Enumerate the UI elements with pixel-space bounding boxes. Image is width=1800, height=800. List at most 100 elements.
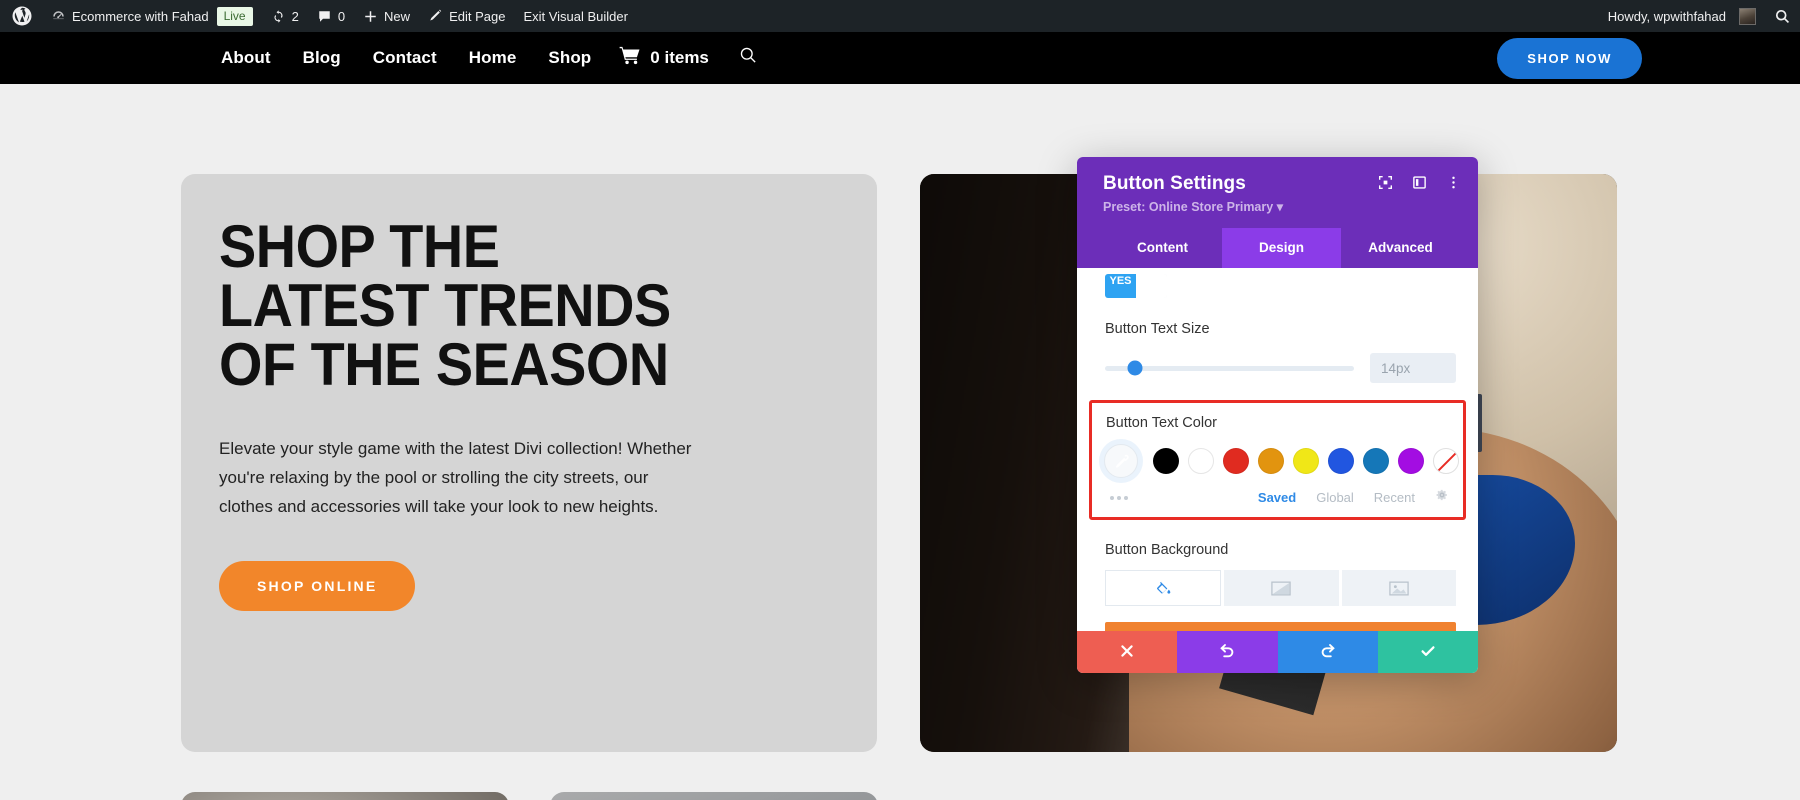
modal-tabs: Content Design Advanced (1103, 228, 1460, 268)
comment-icon (317, 9, 332, 24)
kebab-menu-icon[interactable] (1444, 173, 1462, 191)
nav-link-about[interactable]: About (205, 48, 287, 68)
nav-search-button[interactable] (723, 46, 774, 70)
search-icon (739, 46, 758, 70)
ellipsis-dot (1124, 495, 1128, 500)
swatch-orange[interactable] (1258, 448, 1284, 474)
redo-icon (1319, 642, 1337, 663)
nav-link-home[interactable]: Home (453, 48, 533, 68)
button-text-size-slider[interactable] (1105, 360, 1354, 376)
pencil-icon (428, 9, 443, 24)
hero-paragraph: Elevate your style game with the latest … (219, 439, 692, 517)
toggle-yes-label: YES (1105, 274, 1136, 298)
yes-no-toggle[interactable]: YES (1105, 274, 1167, 298)
search-icon (1774, 8, 1791, 25)
product-card-hat[interactable] (181, 792, 509, 800)
new-content-label: New (384, 8, 411, 24)
swatch-none[interactable] (1433, 448, 1459, 474)
swatch-purple[interactable] (1398, 448, 1424, 474)
chevron-down-icon: ▾ (1276, 200, 1283, 214)
color-tab-recent[interactable]: Recent (1374, 490, 1415, 505)
updates-icon (271, 9, 286, 24)
edit-page-menu[interactable]: Edit Page (419, 0, 514, 32)
wordpress-logo-icon[interactable] (0, 0, 42, 32)
avatar (1739, 7, 1756, 25)
button-text-size-input[interactable]: 14px (1370, 353, 1456, 383)
shop-now-button[interactable]: SHOP NOW (1497, 37, 1642, 79)
undo-button[interactable] (1177, 631, 1278, 673)
color-source-tabs: Saved Global Recent (1258, 488, 1449, 507)
button-text-color-label: Button Text Color (1106, 415, 1217, 431)
redo-button[interactable] (1277, 631, 1378, 673)
focus-frame-icon[interactable] (1376, 173, 1394, 191)
button-text-size-label: Button Text Size (1105, 321, 1210, 337)
button-settings-modal: Button Settings Preset: Online Store Pri… (1077, 157, 1478, 673)
modal-header-icons (1376, 173, 1462, 191)
plus-icon (363, 9, 378, 24)
slider-knob[interactable] (1127, 360, 1143, 376)
swatch-white[interactable] (1188, 448, 1214, 474)
cart-icon (619, 46, 641, 70)
color-tab-global[interactable]: Global (1316, 490, 1354, 505)
cart-link[interactable]: 0 items (607, 46, 723, 70)
site-name-label: Ecommerce with Fahad (72, 8, 209, 24)
page-title: SHOP THE LATEST TRENDS OF THE SEASON (219, 213, 671, 398)
admin-bar-right: Howdy, wpwithfahad (1599, 0, 1800, 32)
color-swatch-row (1104, 444, 1459, 478)
dashboard-icon (51, 9, 66, 24)
new-content-menu[interactable]: New (354, 0, 419, 32)
wp-admin-bar: Ecommerce with Fahad Live 2 0 New Edit P… (0, 0, 1800, 32)
tab-design[interactable]: Design (1222, 228, 1341, 268)
panel-layout-icon[interactable] (1410, 173, 1428, 191)
toggle-off-half (1136, 274, 1167, 298)
gradient-icon[interactable] (1224, 570, 1339, 606)
site-name-menu[interactable]: Ecommerce with Fahad Live (42, 0, 262, 32)
color-tab-saved[interactable]: Saved (1258, 490, 1296, 505)
ellipsis-dot (1117, 495, 1121, 500)
modal-preset-label: Preset: Online Store Primary (1103, 200, 1274, 214)
nav-link-contact[interactable]: Contact (357, 48, 453, 68)
ellipsis-icon[interactable] (1110, 495, 1128, 500)
swatch-yellow[interactable] (1293, 448, 1319, 474)
comments-count: 0 (337, 8, 346, 24)
gear-icon[interactable] (1435, 488, 1449, 507)
site-navigation: About Blog Contact Home Shop 0 items SHO… (0, 32, 1800, 84)
button-text-color-section: Button Text Color Saved Global Recent (1089, 400, 1466, 520)
paint-bucket-icon[interactable] (1105, 570, 1222, 606)
nav-link-blog[interactable]: Blog (287, 48, 357, 68)
cart-count-label: 0 items (650, 48, 709, 67)
close-icon (1119, 643, 1135, 662)
modal-preset-selector[interactable]: Preset: Online Store Primary ▾ (1103, 199, 1460, 214)
swatch-red[interactable] (1223, 448, 1249, 474)
save-button[interactable] (1377, 631, 1478, 673)
button-background-label: Button Background (1105, 542, 1229, 558)
swatch-black[interactable] (1153, 448, 1179, 474)
shop-online-button[interactable]: SHOP ONLINE (219, 561, 416, 612)
tab-content[interactable]: Content (1103, 228, 1222, 268)
swatch-steel-blue[interactable] (1363, 448, 1389, 474)
exit-visual-builder-label: Exit Visual Builder (523, 8, 628, 24)
nav-links: About Blog Contact Home Shop 0 items (205, 46, 774, 70)
button-text-size-row: 14px (1105, 353, 1456, 383)
edit-page-label: Edit Page (449, 8, 506, 24)
admin-bar-search-button[interactable] (1765, 0, 1800, 32)
product-card-bottle[interactable] (550, 792, 878, 800)
undo-icon (1218, 642, 1236, 663)
my-account-menu[interactable]: Howdy, wpwithfahad (1599, 0, 1765, 32)
comments-menu[interactable]: 0 (308, 0, 354, 32)
modal-header: Button Settings Preset: Online Store Pri… (1077, 157, 1478, 268)
button-background-preview[interactable] (1105, 622, 1456, 631)
eyedropper-icon[interactable] (1104, 444, 1138, 478)
exit-visual-builder-menu[interactable]: Exit Visual Builder (514, 0, 637, 32)
page-content: SHOP THE LATEST TRENDS OF THE SEASON Ele… (0, 84, 1800, 800)
swatch-blue[interactable] (1328, 448, 1354, 474)
color-meta-row: Saved Global Recent (1106, 488, 1449, 507)
tab-advanced[interactable]: Advanced (1341, 228, 1460, 268)
nav-link-shop[interactable]: Shop (532, 48, 607, 68)
cancel-button[interactable] (1077, 631, 1178, 673)
ellipsis-dot (1110, 495, 1114, 500)
image-icon[interactable] (1341, 570, 1456, 606)
updates-menu[interactable]: 2 (262, 0, 308, 32)
admin-bar-left: Ecommerce with Fahad Live 2 0 New Edit P… (0, 0, 637, 32)
howdy-label: Howdy, wpwithfahad (1607, 8, 1726, 24)
